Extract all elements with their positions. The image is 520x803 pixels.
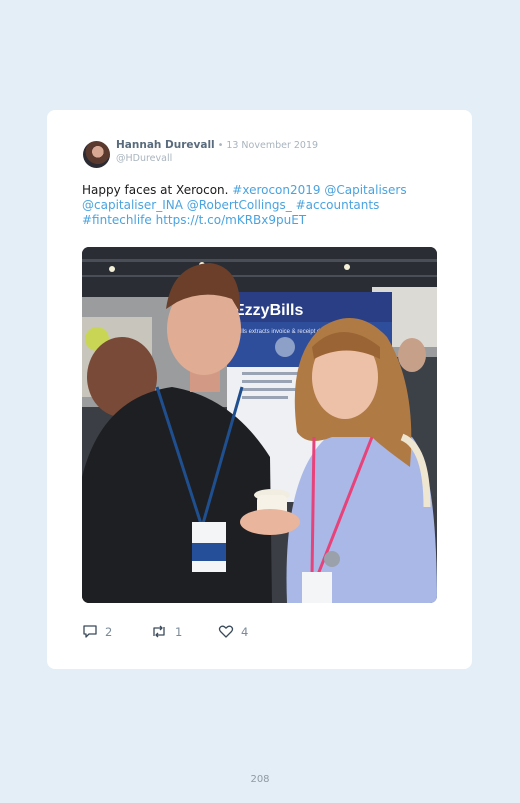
page-number: 208	[250, 774, 270, 785]
reply-count: 2	[105, 624, 113, 639]
tweet-card: Hannah Durevall • 13 November 2019 @HDur…	[47, 110, 472, 669]
author-avatar[interactable]	[83, 141, 110, 168]
author-name[interactable]: Hannah Durevall	[116, 139, 215, 151]
reply-action[interactable]: 2	[82, 624, 112, 639]
url-link[interactable]: https://t.co/mKRBx9puET	[156, 213, 307, 227]
hashtag-link[interactable]: #fintechlife	[82, 213, 152, 227]
retweet-count: 1	[175, 624, 183, 639]
retweet-icon	[153, 625, 165, 638]
tweet-date[interactable]: 13 November 2019	[226, 140, 318, 151]
retweet-action[interactable]: 1	[150, 624, 182, 639]
tweet-photo[interactable]: EzzyBills Bills extracts invoice & recei…	[82, 247, 437, 603]
author-handle[interactable]: @HDurevall	[116, 153, 172, 164]
tweet-text: Happy faces at Xerocon. #xerocon2019 @Ca…	[82, 183, 442, 228]
date-separator: •	[214, 140, 227, 151]
like-count: 4	[241, 624, 249, 639]
mention-link[interactable]: @capitaliser_INA	[82, 198, 183, 212]
like-icon	[218, 625, 234, 638]
reply-icon	[83, 625, 97, 638]
hashtag-link[interactable]: #accountants	[296, 198, 380, 212]
mention-link[interactable]: @RobertCollings_	[187, 198, 292, 212]
author-row: Hannah Durevall • 13 November 2019	[116, 139, 318, 151]
mention-link[interactable]: @Capitalisers	[324, 183, 406, 197]
hashtag-link[interactable]: #xerocon2019	[232, 183, 320, 197]
tweet-text-plain: Happy faces at Xerocon.	[82, 183, 233, 197]
like-action[interactable]: 4	[218, 624, 248, 639]
booth-sign-text: EzzyBills	[234, 302, 303, 319]
